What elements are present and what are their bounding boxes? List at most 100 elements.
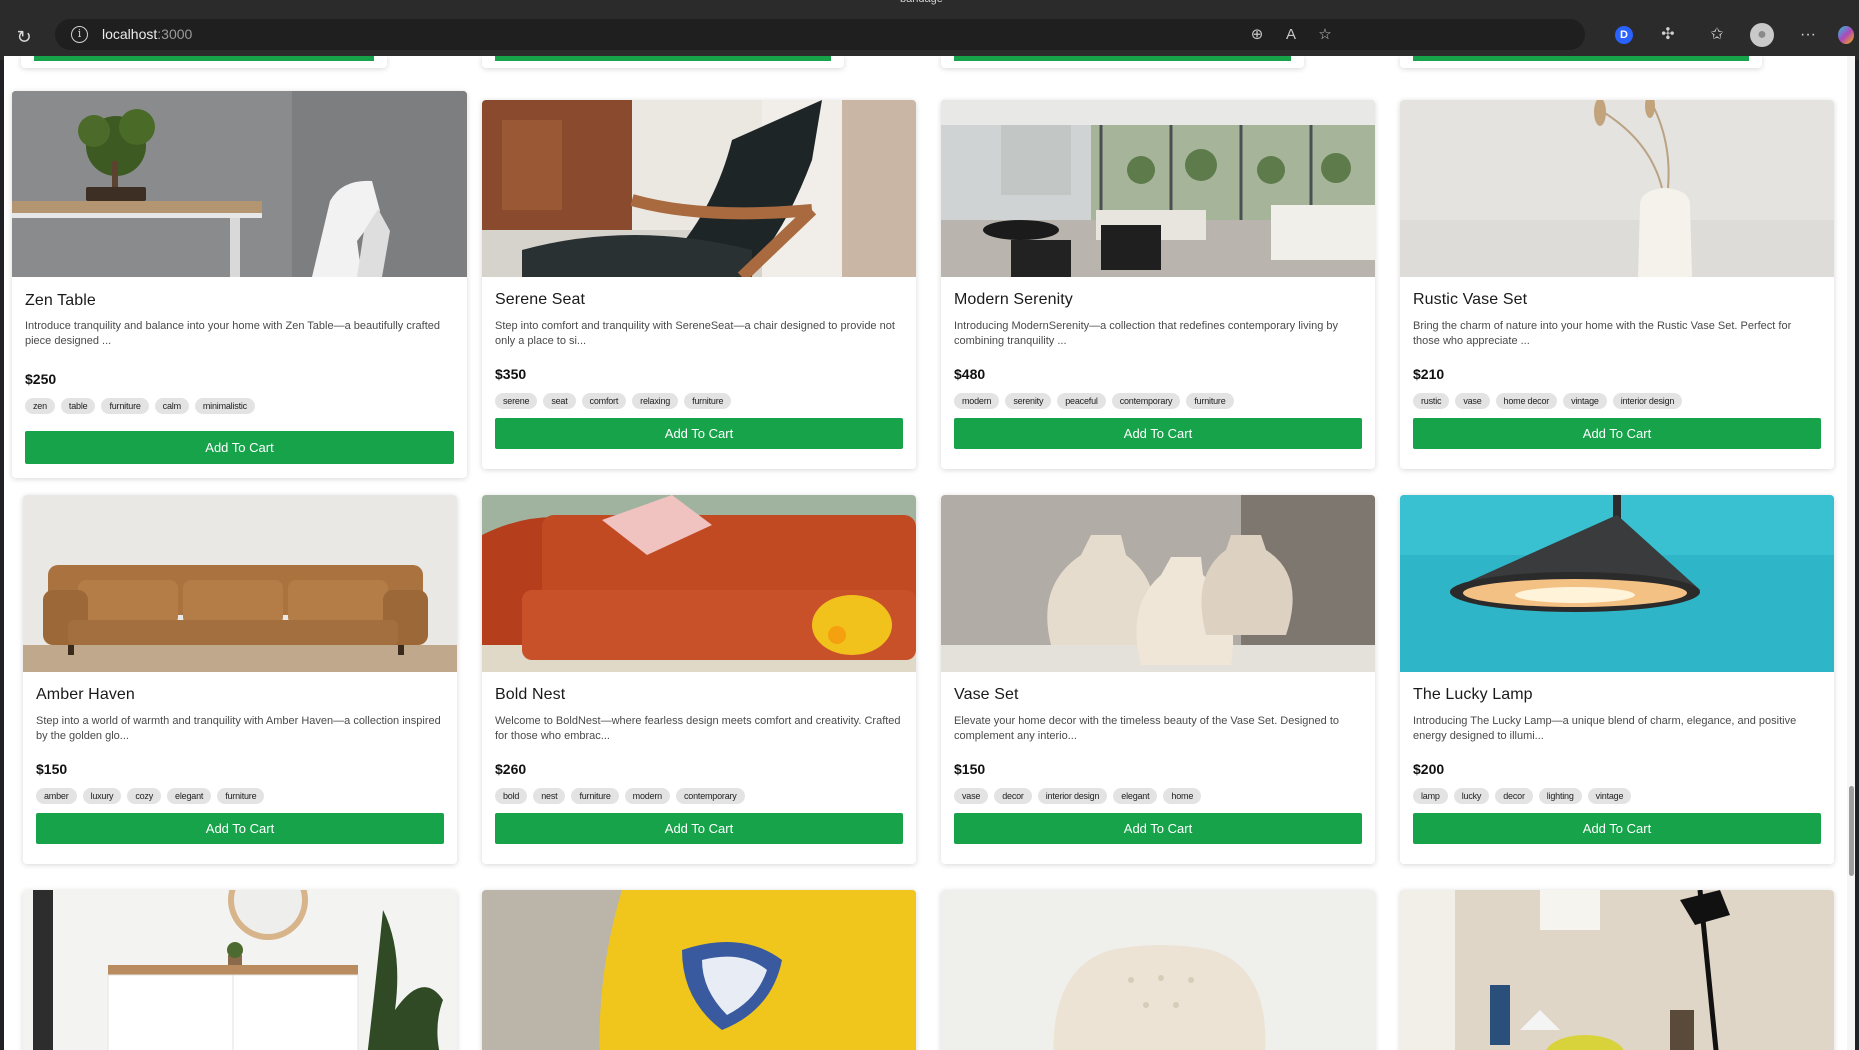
- product-card[interactable]: The Lucky Lamp Introducing The Lucky Lam…: [1400, 495, 1834, 864]
- scrollbar-thumb[interactable]: [1849, 786, 1854, 876]
- product-image-orange-sofa[interactable]: [482, 495, 916, 672]
- tag[interactable]: lighting: [1538, 788, 1582, 804]
- add-to-cart-button[interactable]: Add To Cart: [25, 431, 454, 464]
- product-title[interactable]: Amber Haven: [36, 686, 135, 704]
- tag[interactable]: decor: [994, 788, 1032, 804]
- tag[interactable]: luxury: [82, 788, 122, 804]
- tag[interactable]: calm: [154, 398, 189, 414]
- product-card[interactable]: Rustic Vase Set Bring the charm of natur…: [1400, 100, 1834, 469]
- tag[interactable]: peaceful: [1057, 393, 1106, 409]
- favorite-star-icon[interactable]: ☆: [1315, 25, 1335, 45]
- tag[interactable]: furniture: [217, 788, 265, 804]
- tag[interactable]: furniture: [571, 788, 619, 804]
- more-menu-icon[interactable]: ···: [1796, 23, 1820, 47]
- tag[interactable]: relaxing: [632, 393, 679, 409]
- profile-avatar-icon[interactable]: ●: [1750, 23, 1774, 47]
- tag[interactable]: vintage: [1563, 393, 1607, 409]
- tag[interactable]: interior design: [1612, 393, 1683, 409]
- product-price: $210: [1413, 366, 1445, 382]
- product-image-bonsai-table[interactable]: [12, 91, 467, 277]
- vertical-scrollbar[interactable]: [1847, 56, 1855, 1050]
- add-to-cart-button[interactable]: Add To Cart: [1413, 418, 1821, 449]
- puzzle-extensions-icon[interactable]: ✣: [1656, 23, 1680, 47]
- product-title[interactable]: Modern Serenity: [954, 291, 1073, 309]
- tag[interactable]: contemporary: [1111, 393, 1181, 409]
- site-info-icon[interactable]: i: [71, 26, 88, 43]
- product-price: $350: [495, 366, 527, 382]
- product-card[interactable]: Modern Serenity Introducing ModernSereni…: [941, 100, 1375, 469]
- add-to-cart-button[interactable]: Add To Cart: [1413, 813, 1821, 844]
- product-image-leather-sofa[interactable]: [23, 495, 457, 672]
- tag[interactable]: furniture: [1186, 393, 1234, 409]
- tag[interactable]: serenity: [1005, 393, 1052, 409]
- tag[interactable]: amber: [36, 788, 77, 804]
- tag[interactable]: elegant: [1113, 788, 1158, 804]
- tag[interactable]: serene: [495, 393, 538, 409]
- tag[interactable]: home: [1163, 788, 1202, 804]
- leather-sofa-image: [23, 495, 457, 672]
- tag[interactable]: seat: [543, 393, 576, 409]
- tag[interactable]: modern: [954, 393, 1000, 409]
- add-to-cart-button[interactable]: Add To Cart: [495, 813, 903, 844]
- product-title[interactable]: The Lucky Lamp: [1413, 686, 1533, 704]
- add-to-cart-button[interactable]: Add To Cart: [954, 813, 1362, 844]
- product-card[interactable]: [482, 890, 916, 1050]
- product-image-living-room[interactable]: [941, 100, 1375, 277]
- tag[interactable]: contemporary: [675, 788, 745, 804]
- tag[interactable]: bold: [495, 788, 528, 804]
- product-description: Welcome to BoldNest—where fearless desig…: [495, 715, 901, 742]
- product-title[interactable]: Zen Table: [25, 292, 96, 310]
- copilot-icon[interactable]: [1838, 26, 1854, 44]
- tag[interactable]: cozy: [127, 788, 162, 804]
- product-image-lounge-chair[interactable]: [482, 100, 916, 277]
- product-title[interactable]: Serene Seat: [495, 291, 585, 309]
- product-price: $150: [954, 761, 986, 777]
- tag[interactable]: furniture: [101, 398, 149, 414]
- product-image-pendant-lamp[interactable]: [1400, 495, 1834, 672]
- tag[interactable]: lamp: [1413, 788, 1448, 804]
- url-text[interactable]: localhost:3000: [102, 26, 192, 42]
- tag[interactable]: minimalistic: [194, 398, 255, 414]
- address-bar[interactable]: i localhost:3000 ⊕ A ☆: [55, 19, 1585, 50]
- product-title[interactable]: Bold Nest: [495, 686, 565, 704]
- product-card[interactable]: [23, 890, 457, 1050]
- previous-card-bottom: [482, 56, 844, 68]
- tag[interactable]: rustic: [1413, 393, 1450, 409]
- product-card[interactable]: Amber Haven Step into a world of warmth …: [23, 495, 457, 864]
- product-title[interactable]: Vase Set: [954, 686, 1019, 704]
- product-card[interactable]: [1400, 890, 1834, 1050]
- product-price: $150: [36, 761, 68, 777]
- tag[interactable]: elegant: [167, 788, 212, 804]
- product-image-clay-vases[interactable]: [941, 495, 1375, 672]
- tag[interactable]: zen: [25, 398, 55, 414]
- add-to-cart-button[interactable]: Add To Cart: [954, 418, 1362, 449]
- tag[interactable]: interior design: [1037, 788, 1108, 804]
- browser-toolbar: ↻ i localhost:3000 ⊕ A ☆ D ✣ ✩ ● ···: [0, 8, 1859, 60]
- reload-icon[interactable]: ↻: [12, 25, 36, 49]
- extension-icon[interactable]: D: [1615, 26, 1633, 44]
- product-card[interactable]: Serene Seat Step into comfort and tranqu…: [482, 100, 916, 469]
- tag[interactable]: table: [60, 398, 96, 414]
- tag[interactable]: lucky: [1453, 788, 1490, 804]
- read-aloud-icon[interactable]: A: [1281, 25, 1301, 45]
- product-image-white-vase[interactable]: [1400, 100, 1834, 277]
- tag[interactable]: vase: [954, 788, 989, 804]
- product-price: $250: [25, 371, 57, 387]
- tag[interactable]: decor: [1495, 788, 1533, 804]
- zoom-icon[interactable]: ⊕: [1247, 25, 1267, 45]
- tag[interactable]: vase: [1455, 393, 1490, 409]
- product-card[interactable]: Zen Table Introduce tranquility and bala…: [12, 91, 467, 478]
- product-card[interactable]: Bold Nest Welcome to BoldNest—where fear…: [482, 495, 916, 864]
- add-to-cart-button[interactable]: Add To Cart: [495, 418, 903, 449]
- tag[interactable]: furniture: [684, 393, 732, 409]
- tag[interactable]: nest: [533, 788, 566, 804]
- product-card[interactable]: [941, 890, 1375, 1050]
- product-card[interactable]: Vase Set Elevate your home decor with th…: [941, 495, 1375, 864]
- favorites-icon[interactable]: ✩: [1705, 23, 1729, 47]
- tag[interactable]: comfort: [581, 393, 627, 409]
- tag[interactable]: modern: [624, 788, 670, 804]
- product-title[interactable]: Rustic Vase Set: [1413, 291, 1527, 309]
- tag[interactable]: home decor: [1495, 393, 1558, 409]
- tag[interactable]: vintage: [1587, 788, 1632, 804]
- add-to-cart-button[interactable]: Add To Cart: [36, 813, 444, 844]
